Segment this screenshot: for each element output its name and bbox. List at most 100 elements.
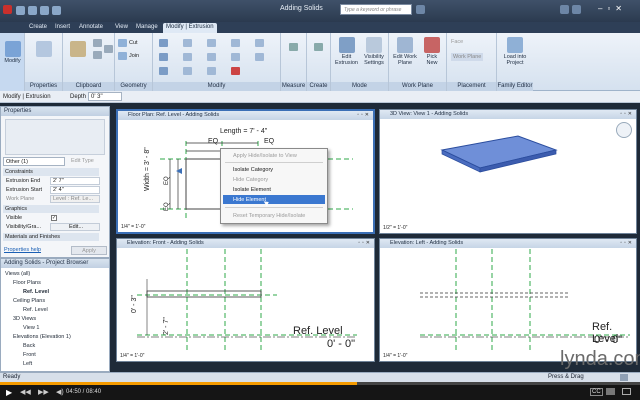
fullscreen-icon[interactable] (622, 388, 631, 395)
join-icon[interactable] (118, 52, 127, 60)
tree-item[interactable]: Back (23, 343, 35, 349)
width-dimension[interactable]: Width = 3' - 8" (144, 147, 151, 191)
tree-item[interactable]: Ref. Level (23, 289, 49, 295)
apply-hide-isolate-item[interactable]: Apply Hide/Isolate to View (223, 151, 325, 160)
eq-label[interactable]: EQ (208, 138, 218, 145)
join-label[interactable]: Join (129, 53, 139, 59)
materials-header[interactable]: Materials and Finishes (3, 233, 99, 241)
search-input[interactable]: Type a keyword or phrase (340, 4, 412, 15)
extrusion-end-field[interactable]: 2' 7" (50, 177, 100, 185)
captions-button[interactable]: CC (590, 388, 603, 396)
move-icon[interactable] (159, 53, 168, 61)
trim-extend-icon[interactable] (255, 53, 264, 61)
rewind-icon[interactable]: ◀◀ (20, 388, 31, 396)
match-properties-icon[interactable] (104, 45, 113, 53)
visibility-settings-button[interactable]: Visibility Settings (360, 37, 388, 66)
volume-icon[interactable]: ◀) (56, 388, 64, 396)
tab-view[interactable]: View (112, 23, 131, 33)
level-name[interactable]: Ref. Level (293, 325, 343, 337)
view-scale[interactable]: 1/4" = 1'-0" (117, 352, 147, 361)
app-logo-icon[interactable] (3, 5, 12, 14)
extrusion-start-field[interactable]: 2' 4" (50, 186, 100, 194)
thickness-dimension[interactable]: 0' - 3" (131, 295, 138, 313)
viewcube-icon[interactable] (616, 122, 632, 138)
graphics-header[interactable]: Graphics (3, 205, 99, 213)
rotate-icon[interactable] (159, 67, 168, 75)
edit-type-button[interactable]: Edit Type (69, 157, 105, 166)
cut-geometry-label[interactable]: Cut (129, 40, 138, 46)
edit-extrusion-button[interactable]: Edit Extrusion (333, 37, 360, 66)
length-dimension[interactable]: Length = 7' - 4" (220, 128, 267, 135)
place-face-button[interactable]: Face (451, 39, 463, 45)
window-controls[interactable]: –▫✕ (598, 4, 627, 13)
view-scale[interactable]: 1/2" = 1'-0" (380, 224, 410, 233)
cut-geometry-icon[interactable] (118, 39, 127, 47)
progress-track[interactable] (0, 382, 640, 385)
star-icon[interactable] (560, 5, 569, 14)
forward-icon[interactable]: ▶▶ (38, 388, 49, 396)
tree-item[interactable]: Floor Plans (13, 280, 41, 286)
modify-tool[interactable]: Modify (0, 33, 25, 91)
view-window-controls[interactable]: ▫▫✕ (357, 112, 371, 118)
save-icon[interactable] (28, 6, 37, 15)
press-drag-toggle[interactable]: Press & Drag (548, 374, 584, 380)
tab-insert[interactable]: Insert (52, 23, 73, 33)
level-elevation[interactable]: 0' - 0" (327, 338, 355, 350)
tree-item[interactable]: Ref. Level (23, 307, 48, 313)
filter-icon[interactable] (620, 374, 628, 381)
isolate-element-item[interactable]: Isolate Element (223, 185, 325, 194)
tree-item[interactable]: 3D Views (13, 316, 36, 322)
settings-icon[interactable] (606, 388, 615, 395)
delete-icon[interactable] (231, 67, 240, 75)
hide-category-item[interactable]: Hide Category (223, 175, 325, 184)
tree-item[interactable]: View 1 (23, 325, 39, 331)
type-selector[interactable]: Other (1) (3, 157, 65, 166)
view-scale[interactable]: 1/4" = 1'-0" (380, 352, 410, 361)
mirror-icon[interactable] (207, 39, 216, 47)
offset-icon[interactable] (183, 39, 192, 47)
scale-icon[interactable] (207, 67, 216, 75)
apply-button[interactable]: Apply (71, 246, 107, 255)
tab-modify-extrusion[interactable]: Modify | Extrusion (163, 23, 217, 33)
3d-view[interactable]: 3D View: View 1 - Adding Solids ▫▫✕ 1/2"… (379, 109, 637, 234)
eq-label[interactable]: EQ (264, 138, 274, 145)
tree-item[interactable]: Left (23, 361, 32, 367)
constraints-header[interactable]: Constraints (3, 168, 99, 176)
edit-work-plane-button[interactable]: Edit Work Plane (391, 37, 419, 66)
tree-item[interactable]: Ceiling Plans (13, 298, 45, 304)
copy-icon[interactable] (93, 51, 102, 59)
tree-item[interactable]: Views (all) (5, 271, 30, 277)
copy-element-icon[interactable] (183, 53, 192, 61)
unpin-icon[interactable] (255, 39, 264, 47)
play-icon[interactable]: ▶ (6, 388, 12, 397)
binoculars-icon[interactable] (416, 5, 425, 14)
view-window-controls[interactable]: ▫▫✕ (620, 240, 634, 246)
align-icon[interactable] (159, 39, 168, 47)
cut-icon[interactable] (93, 39, 102, 47)
level-elevation[interactable]: 0' - 0" (594, 334, 622, 346)
eq-label[interactable]: EQ (164, 176, 170, 185)
pin-icon[interactable] (231, 53, 240, 61)
depth-input[interactable]: 0' 3" (88, 92, 122, 101)
measure-icon[interactable] (289, 43, 298, 51)
array-icon[interactable] (207, 53, 216, 61)
view-window-controls[interactable]: ▫▫✕ (620, 111, 634, 117)
split-icon[interactable] (231, 39, 240, 47)
tree-item[interactable]: Front (23, 352, 36, 358)
visible-checkbox[interactable]: ✓ (51, 215, 57, 221)
isolate-category-item[interactable]: Isolate Category (223, 165, 325, 174)
open-icon[interactable] (16, 6, 25, 15)
trim-icon[interactable] (183, 67, 192, 75)
paste-button[interactable] (69, 41, 87, 58)
load-into-project-button[interactable]: Load into Project (499, 37, 531, 66)
tab-manage[interactable]: Manage (133, 23, 161, 33)
place-work-plane-button[interactable]: Work Plane (451, 53, 484, 61)
view-scale[interactable]: 1/4" = 1'-0" (118, 223, 148, 232)
left-elevation-view[interactable]: Elevation: Left - Adding Solids ▫▫✕ Ref.… (379, 238, 637, 362)
undo-icon[interactable] (40, 6, 49, 15)
tab-create[interactable]: Create (26, 23, 50, 33)
height-dimension[interactable]: 2' - 7" (163, 317, 170, 335)
eq-label[interactable]: EQ (164, 202, 170, 211)
tree-item[interactable]: Elevations (Elevation 1) (13, 334, 71, 340)
create-icon[interactable] (314, 43, 323, 51)
